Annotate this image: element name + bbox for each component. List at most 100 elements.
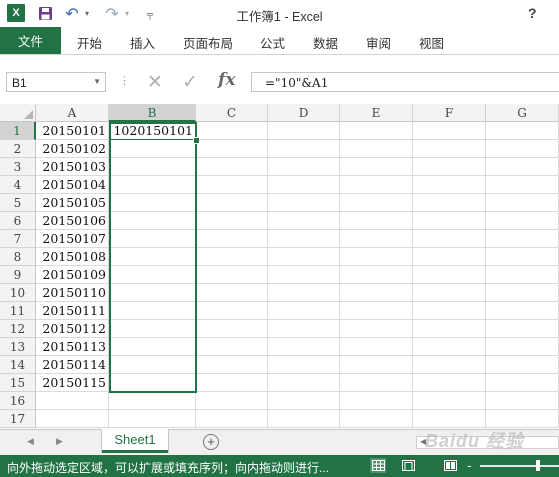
cell-d4[interactable] xyxy=(268,176,340,194)
cell-d17[interactable] xyxy=(268,410,340,428)
row-header[interactable]: 14 xyxy=(0,356,36,374)
cell-f8[interactable] xyxy=(413,248,486,266)
cell-a3[interactable]: 20150103 xyxy=(36,158,109,176)
row-header[interactable]: 2 xyxy=(0,140,36,158)
row-header[interactable]: 4 xyxy=(0,176,36,194)
zoom-slider[interactable] xyxy=(480,465,559,467)
cell-b3[interactable] xyxy=(109,158,196,176)
cell-c2[interactable] xyxy=(196,140,268,158)
sheet-next-icon[interactable]: ▶ xyxy=(56,436,63,447)
cell-c9[interactable] xyxy=(196,266,268,284)
cell-g5[interactable] xyxy=(486,194,559,212)
cell-a12[interactable]: 20150112 xyxy=(36,320,109,338)
cell-e13[interactable] xyxy=(340,338,413,356)
cell-d10[interactable] xyxy=(268,284,340,302)
chevron-down-icon[interactable]: ▼ xyxy=(93,77,101,86)
zoom-out-button[interactable]: - xyxy=(467,457,472,473)
sheet-prev-icon[interactable]: ◀ xyxy=(27,436,34,447)
cell-a16[interactable] xyxy=(36,392,109,410)
tab-formulas[interactable]: 公式 xyxy=(260,33,285,52)
column-header-c[interactable]: C xyxy=(196,104,268,122)
cell-b8[interactable] xyxy=(109,248,196,266)
row-header[interactable]: 12 xyxy=(0,320,36,338)
cell-f3[interactable] xyxy=(413,158,486,176)
cell-c3[interactable] xyxy=(196,158,268,176)
cell-g2[interactable] xyxy=(486,140,559,158)
cell-f16[interactable] xyxy=(413,392,486,410)
cell-d6[interactable] xyxy=(268,212,340,230)
cell-g11[interactable] xyxy=(486,302,559,320)
row-header[interactable]: 7 xyxy=(0,230,36,248)
cell-d1[interactable] xyxy=(268,122,340,140)
cell-b6[interactable] xyxy=(109,212,196,230)
row-header[interactable]: 8 xyxy=(0,248,36,266)
cell-g12[interactable] xyxy=(486,320,559,338)
cell-f15[interactable] xyxy=(413,374,486,392)
cancel-icon[interactable]: ✕ xyxy=(147,71,163,94)
cell-b14[interactable] xyxy=(109,356,196,374)
row-header[interactable]: 15 xyxy=(0,374,36,392)
cell-e15[interactable] xyxy=(340,374,413,392)
cell-e14[interactable] xyxy=(340,356,413,374)
tab-insert[interactable]: 插入 xyxy=(130,33,155,52)
tab-file[interactable]: 文件 xyxy=(0,27,61,54)
cell-d12[interactable] xyxy=(268,320,340,338)
help-icon[interactable]: ? xyxy=(528,5,537,21)
tab-home[interactable]: 开始 xyxy=(77,33,102,52)
cell-a13[interactable]: 20150113 xyxy=(36,338,109,356)
cell-c10[interactable] xyxy=(196,284,268,302)
cell-e7[interactable] xyxy=(340,230,413,248)
row-header[interactable]: 13 xyxy=(0,338,36,356)
row-header[interactable]: 1 xyxy=(0,122,36,140)
enter-icon[interactable]: ✓ xyxy=(182,71,198,94)
cell-e4[interactable] xyxy=(340,176,413,194)
cell-f7[interactable] xyxy=(413,230,486,248)
cell-f11[interactable] xyxy=(413,302,486,320)
cell-c15[interactable] xyxy=(196,374,268,392)
cell-a17[interactable] xyxy=(36,410,109,428)
cell-c17[interactable] xyxy=(196,410,268,428)
cell-g9[interactable] xyxy=(486,266,559,284)
cell-b1[interactable]: 1020150101 xyxy=(109,122,196,140)
cell-b4[interactable] xyxy=(109,176,196,194)
tab-view[interactable]: 视图 xyxy=(419,33,444,52)
cell-a10[interactable]: 20150110 xyxy=(36,284,109,302)
cell-a2[interactable]: 20150102 xyxy=(36,140,109,158)
cell-f13[interactable] xyxy=(413,338,486,356)
cell-g3[interactable] xyxy=(486,158,559,176)
row-header[interactable]: 9 xyxy=(0,266,36,284)
cell-g13[interactable] xyxy=(486,338,559,356)
cell-a14[interactable]: 20150114 xyxy=(36,356,109,374)
cell-e9[interactable] xyxy=(340,266,413,284)
cell-c7[interactable] xyxy=(196,230,268,248)
cell-g7[interactable] xyxy=(486,230,559,248)
cell-e5[interactable] xyxy=(340,194,413,212)
column-header-e[interactable]: E xyxy=(340,104,413,122)
page-break-view-icon[interactable] xyxy=(442,458,458,473)
row-header[interactable]: 10 xyxy=(0,284,36,302)
cell-e10[interactable] xyxy=(340,284,413,302)
column-header-a[interactable]: A xyxy=(36,104,109,122)
row-header[interactable]: 6 xyxy=(0,212,36,230)
cell-g17[interactable] xyxy=(486,410,559,428)
tab-page-layout[interactable]: 页面布局 xyxy=(183,33,233,52)
cell-e16[interactable] xyxy=(340,392,413,410)
cell-c1[interactable] xyxy=(196,122,268,140)
cell-e3[interactable] xyxy=(340,158,413,176)
row-header[interactable]: 17 xyxy=(0,410,36,428)
cell-c16[interactable] xyxy=(196,392,268,410)
column-header-d[interactable]: D xyxy=(268,104,340,122)
cell-a9[interactable]: 20150109 xyxy=(36,266,109,284)
cell-d7[interactable] xyxy=(268,230,340,248)
cell-d16[interactable] xyxy=(268,392,340,410)
normal-view-icon[interactable] xyxy=(370,458,386,473)
cell-g8[interactable] xyxy=(486,248,559,266)
cell-a15[interactable]: 20150115 xyxy=(36,374,109,392)
cell-f2[interactable] xyxy=(413,140,486,158)
cell-e2[interactable] xyxy=(340,140,413,158)
cell-b12[interactable] xyxy=(109,320,196,338)
cell-g15[interactable] xyxy=(486,374,559,392)
cell-b15[interactable] xyxy=(109,374,196,392)
cell-c12[interactable] xyxy=(196,320,268,338)
cell-f5[interactable] xyxy=(413,194,486,212)
